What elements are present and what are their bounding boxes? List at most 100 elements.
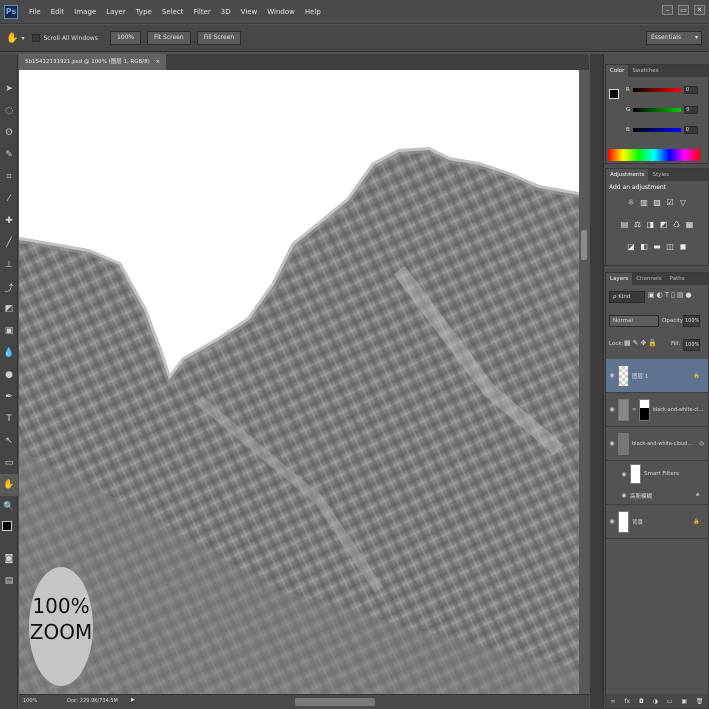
black-white-icon[interactable]: ◨ xyxy=(646,220,656,230)
eyedropper-tool-icon[interactable]: ⁄ xyxy=(0,188,18,210)
quick-mask-icon[interactable]: ◙ xyxy=(0,548,18,570)
menu-filter[interactable]: Filter xyxy=(188,8,215,16)
layer-row-gaussian-blur[interactable]: ◉ 高斯模糊 ≚ xyxy=(606,487,708,505)
selective-color-icon[interactable]: ◼ xyxy=(678,242,688,252)
blue-track[interactable] xyxy=(632,128,681,132)
eye-icon[interactable]: ◉ xyxy=(606,440,618,447)
workspace-select[interactable]: Essentials ▾ xyxy=(646,31,702,45)
color-spectrum-bar[interactable] xyxy=(608,149,700,161)
gradient-tool-icon[interactable]: ▣ xyxy=(0,320,18,342)
zoom-tool-icon[interactable]: 🔍 xyxy=(0,496,18,518)
levels-icon[interactable]: ▥ xyxy=(639,198,649,208)
brush-tool-icon[interactable]: ╱ xyxy=(0,232,18,254)
hand-tool-icon[interactable]: ✋ xyxy=(6,33,18,44)
close-tab-icon[interactable]: × xyxy=(156,59,161,65)
status-zoom[interactable]: 100% xyxy=(23,698,37,704)
opacity-field[interactable]: 100% xyxy=(683,315,700,327)
threshold-icon[interactable]: ▬ xyxy=(652,242,662,252)
pen-tool-icon[interactable]: ✒ xyxy=(0,386,18,408)
vertical-scrollbar[interactable] xyxy=(579,70,589,694)
restore-icon[interactable]: ▭ xyxy=(678,5,689,15)
menu-window[interactable]: Window xyxy=(262,8,300,16)
tool-preset-dropdown-icon[interactable]: ▾ xyxy=(21,35,24,42)
actual-pixels-button[interactable]: 100% xyxy=(109,31,142,45)
posterize-icon[interactable]: ◧ xyxy=(639,242,649,252)
menu-help[interactable]: Help xyxy=(300,8,326,16)
layer-name[interactable]: 图层 1 xyxy=(632,372,648,380)
tab-styles[interactable]: Styles xyxy=(648,169,673,181)
link-layers-icon[interactable]: ∞ xyxy=(610,698,615,705)
tab-layers[interactable]: Layers xyxy=(606,273,633,285)
document-tab[interactable]: 5b15412131921.psd @ 100% (图层 1, RGB/8) × xyxy=(19,54,167,70)
status-menu-arrow-icon[interactable]: ▶ xyxy=(131,697,135,703)
green-track[interactable] xyxy=(633,108,682,112)
menu-edit[interactable]: Edit xyxy=(46,8,70,16)
canvas-image[interactable] xyxy=(19,70,579,694)
green-slider[interactable]: G 0 xyxy=(626,105,699,115)
new-group-icon[interactable]: ▭ xyxy=(667,698,673,705)
gradient-map-icon[interactable]: ◫ xyxy=(665,242,675,252)
foreground-swatch[interactable] xyxy=(609,89,619,99)
hue-saturation-icon[interactable]: ▤ xyxy=(620,220,630,230)
red-slider[interactable]: R 0 xyxy=(626,85,698,95)
red-value[interactable]: 0 xyxy=(683,86,698,94)
blur-tool-icon[interactable]: 💧 xyxy=(0,342,18,364)
blue-value[interactable]: 0 xyxy=(683,126,698,134)
layer-style-icon[interactable]: fx xyxy=(624,698,630,705)
new-layer-icon[interactable]: ▣ xyxy=(681,698,687,705)
menu-view[interactable]: View xyxy=(236,8,263,16)
layer-name[interactable]: black-and-white-cloud... xyxy=(632,441,692,447)
layer-row-smart-filters[interactable]: ◉ Smart Filters xyxy=(606,461,708,487)
move-tool-icon[interactable]: ➤ xyxy=(0,78,18,100)
vibrance-icon[interactable]: ▽ xyxy=(678,198,688,208)
foreground-background-color-icon[interactable] xyxy=(0,518,18,548)
layer-row-layer1[interactable]: ◉ 图层 1 🔒 xyxy=(606,359,708,393)
marquee-tool-icon[interactable]: ◌ xyxy=(0,100,18,122)
tab-color[interactable]: Color xyxy=(606,65,629,77)
green-value[interactable]: 0 xyxy=(684,106,699,114)
history-brush-tool-icon[interactable]: ⤴ xyxy=(0,276,18,298)
invert-icon[interactable]: ◪ xyxy=(626,242,636,252)
new-adjustment-icon[interactable]: ◑ xyxy=(653,698,658,705)
eye-icon[interactable]: ◉ xyxy=(606,406,618,413)
layer-filter-icons[interactable]: ▣◐T▯▤● xyxy=(648,291,694,299)
photo-filter-icon[interactable]: ◩ xyxy=(659,220,669,230)
fill-screen-button[interactable]: Fill Screen xyxy=(196,31,242,45)
healing-brush-tool-icon[interactable]: ✚ xyxy=(0,210,18,232)
crop-tool-icon[interactable]: ⌗ xyxy=(0,166,18,188)
eye-icon[interactable]: ◉ xyxy=(606,372,618,379)
layer-filter-kind[interactable]: ρ Kind xyxy=(609,291,645,303)
layer-name[interactable]: 高斯模糊 xyxy=(630,492,652,500)
fill-field[interactable]: 100% xyxy=(683,339,700,351)
layer-name[interactable]: black-and-white-cl... xyxy=(653,407,704,413)
dodge-tool-icon[interactable]: ● xyxy=(0,364,18,386)
delete-layer-icon[interactable]: 🗑 xyxy=(696,698,704,705)
eye-icon[interactable]: ◉ xyxy=(618,471,630,478)
blend-mode-select[interactable]: Normal xyxy=(609,315,659,327)
color-lookup-icon[interactable]: ▦ xyxy=(685,220,695,230)
tab-swatches[interactable]: Swatches xyxy=(628,65,662,77)
layer-row-background[interactable]: ◉ 背景 🔒 xyxy=(606,505,708,539)
filter-options-icon[interactable]: ≚ xyxy=(695,493,700,499)
channel-mixer-icon[interactable]: ♺ xyxy=(672,220,682,230)
exposure-icon[interactable]: ☑ xyxy=(665,198,675,208)
add-mask-icon[interactable]: ◘ xyxy=(639,698,644,705)
lasso-tool-icon[interactable]: ʘ xyxy=(0,122,18,144)
quick-select-tool-icon[interactable]: ✎ xyxy=(0,144,18,166)
curves-icon[interactable]: ▨ xyxy=(652,198,662,208)
eye-icon[interactable]: ◉ xyxy=(618,492,630,499)
layer-name[interactable]: Smart Filters xyxy=(644,471,679,477)
path-select-tool-icon[interactable]: ↖ xyxy=(0,430,18,452)
tab-channels[interactable]: Channels xyxy=(632,273,665,285)
vertical-scroll-thumb[interactable] xyxy=(581,230,587,260)
menu-type[interactable]: Type xyxy=(131,8,157,16)
tab-paths[interactable]: Paths xyxy=(666,273,689,285)
horizontal-scroll-thumb[interactable] xyxy=(295,698,375,706)
shape-tool-icon[interactable]: ▭ xyxy=(0,452,18,474)
eraser-tool-icon[interactable]: ◩ xyxy=(0,298,18,320)
fit-screen-button[interactable]: Fit Screen xyxy=(147,31,191,45)
menu-select[interactable]: Select xyxy=(157,8,189,16)
red-track[interactable] xyxy=(632,88,681,92)
scroll-all-windows-checkbox[interactable] xyxy=(32,34,41,42)
clone-stamp-tool-icon[interactable]: ⊥ xyxy=(0,254,18,276)
